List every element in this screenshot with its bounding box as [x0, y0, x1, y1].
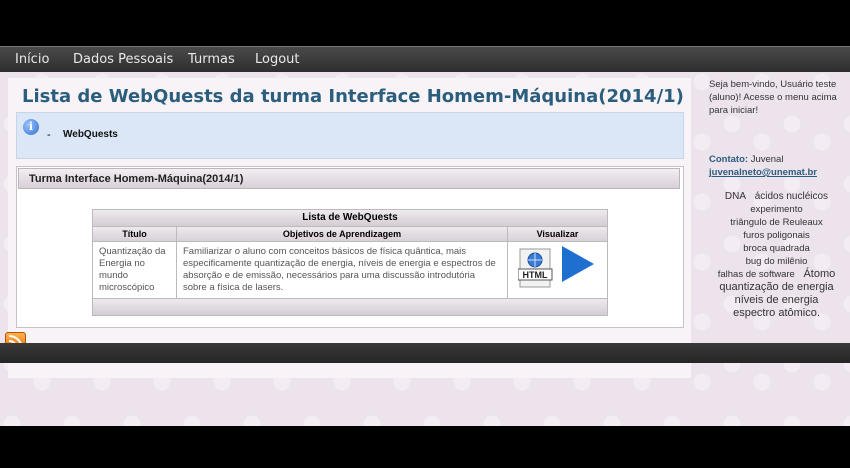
tag-link[interactable]: experimento [750, 203, 802, 216]
main-content: Lista de WebQuests da turma Interface Ho… [8, 78, 691, 378]
info-dash: - [47, 129, 51, 141]
cell-visualizar: HTML [508, 242, 607, 298]
tag-link[interactable]: Átomo [803, 268, 835, 281]
tag-link[interactable]: triângulo de Reuleaux [730, 216, 822, 229]
tag-link[interactable]: broca quadrada [743, 242, 810, 255]
html-file-icon[interactable]: HTML [518, 247, 554, 289]
tag-link[interactable]: bug do milênio [746, 255, 808, 268]
class-panel: Turma Interface Homem-Máquina(2014/1) Li… [16, 166, 684, 328]
nav-logout[interactable]: Logout [255, 52, 300, 67]
tag-link[interactable]: ácidos nucléicos [755, 190, 828, 203]
tag-link[interactable]: níveis de energia [735, 294, 819, 307]
contact-email-link[interactable]: juvenalneto@unemat.br [709, 167, 817, 178]
cell-objetivos: Familiarizar o aluno com conceitos básic… [177, 242, 508, 298]
cell-titulo: Quantização da Energia no mundo microscó… [93, 242, 177, 298]
column-header-titulo: Título [93, 227, 177, 241]
table-caption: Lista de WebQuests [93, 210, 607, 227]
welcome-message: Seja bem-vindo, Usuário teste (aluno)! A… [709, 79, 837, 116]
table-header: Título Objetivos de Aprendizagem Visuali… [93, 227, 607, 242]
play-icon[interactable] [562, 246, 594, 282]
page: Início Dados Pessoais Turmas Logout List… [0, 46, 850, 426]
contact-info: Contato: Juvenal juvenalneto@unemat.br [709, 153, 844, 179]
tag-link[interactable]: quantização de energia [719, 281, 833, 294]
table-row: Quantização da Energia no mundo microscó… [93, 242, 607, 299]
table-footer [93, 299, 607, 315]
panel-title: Turma Interface Homem-Máquina(2014/1) [18, 168, 680, 189]
info-text: WebQuests [63, 129, 118, 140]
nav-dados-pessoais[interactable]: Dados Pessoais [73, 52, 173, 67]
tag-link[interactable]: falhas de software [718, 268, 795, 281]
contact-label: Contato: [709, 154, 749, 165]
top-navbar: Início Dados Pessoais Turmas Logout [0, 46, 850, 72]
webquest-table: Lista de WebQuests Título Objetivos de A… [92, 209, 608, 316]
column-header-objetivos: Objetivos de Aprendizagem [177, 227, 508, 241]
tag-link[interactable]: DNA [725, 190, 746, 203]
tag-link[interactable]: espectro atômico. [733, 307, 820, 320]
tag-cloud: DNA ácidos nucléicos experimento triângu… [709, 190, 844, 320]
info-icon: i [23, 119, 39, 135]
html-icon-label: HTML [523, 270, 548, 280]
info-box: i - WebQuests [16, 112, 684, 159]
nav-turmas[interactable]: Turmas [188, 52, 235, 67]
page-title: Lista de WebQuests da turma Interface Ho… [22, 86, 684, 107]
nav-inicio[interactable]: Início [15, 52, 49, 67]
tag-link[interactable]: furos poligonais [743, 229, 810, 242]
contact-name: Juvenal [750, 154, 784, 165]
footer-bar [0, 343, 850, 363]
column-header-visualizar: Visualizar [536, 229, 579, 239]
